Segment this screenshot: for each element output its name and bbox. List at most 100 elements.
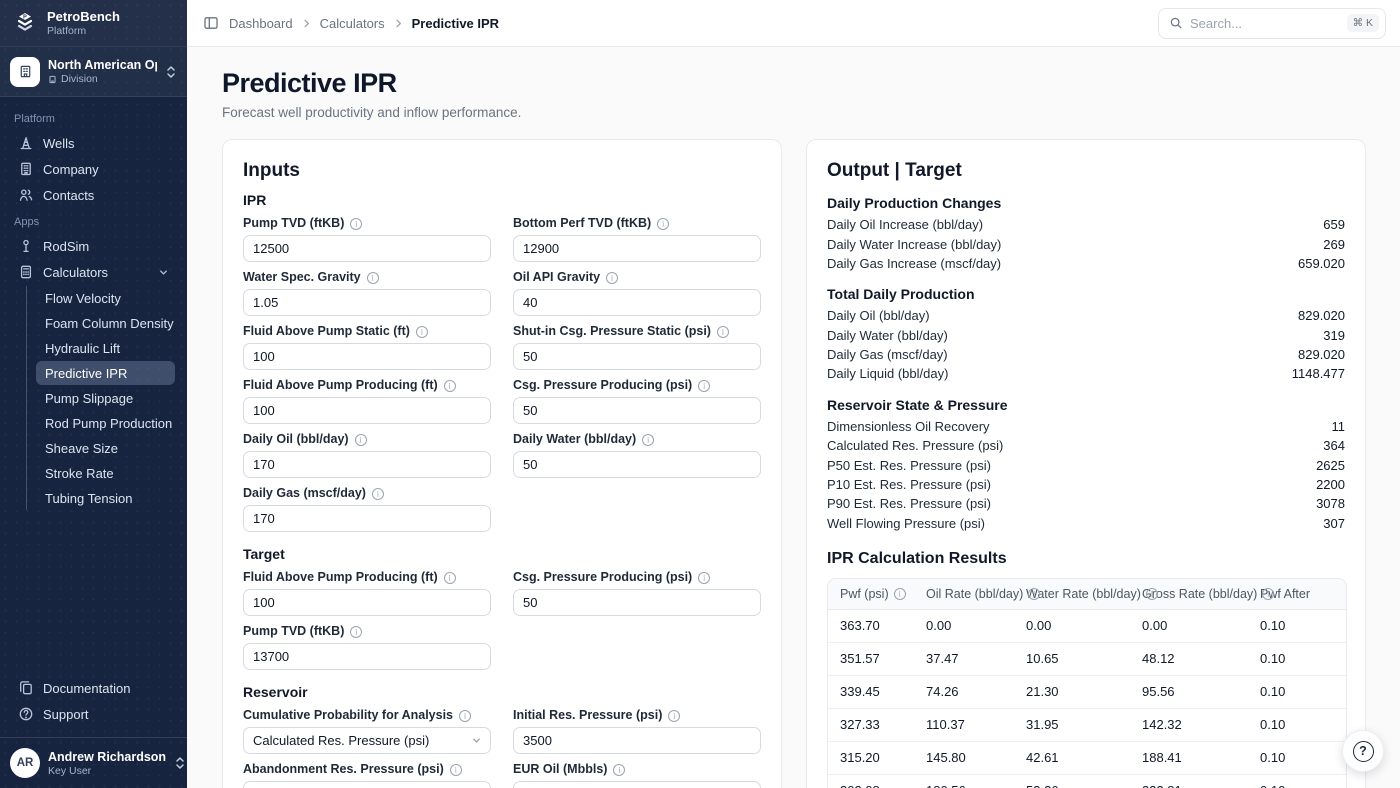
breadcrumb-calculators[interactable]: Calculators — [320, 16, 385, 31]
info-icon[interactable] — [350, 218, 362, 230]
info-icon[interactable] — [1146, 588, 1158, 600]
chevron-down-icon — [471, 735, 482, 746]
output-value: 829.020 — [1298, 347, 1345, 362]
info-icon[interactable] — [450, 764, 462, 776]
cumulative-probability-select[interactable]: Calculated Res. Pressure (psi) — [243, 727, 491, 754]
sidebar-item-wells[interactable]: Wells — [12, 130, 175, 156]
output-row: Daily Water (bbl/day)319 — [827, 326, 1345, 345]
group-title-target: Target — [243, 546, 761, 562]
brand-tagline: Platform — [47, 25, 120, 37]
sidebar-item-foam-column-density[interactable]: Foam Column Density — [36, 311, 175, 335]
water-spec-gravity-input[interactable] — [243, 289, 491, 316]
field-daily-oil: Daily Oil (bbl/day) — [243, 432, 491, 478]
sidebar-item-predictive-ipr[interactable]: Predictive IPR — [36, 361, 175, 385]
field-cumulative-probability: Cumulative Probability for Analysis Calc… — [243, 708, 491, 754]
sidebar-nav: Platform Wells Company — [0, 97, 187, 671]
info-icon[interactable] — [894, 588, 906, 600]
sidebar-item-documentation[interactable]: Documentation — [12, 675, 175, 701]
avatar: AR — [10, 748, 40, 778]
sidebar-item-rod-pump-production[interactable]: Rod Pump Production — [36, 411, 175, 435]
daily-gas-input[interactable] — [243, 505, 491, 532]
info-icon[interactable] — [367, 272, 379, 284]
daily-water-input[interactable] — [513, 451, 761, 478]
sidebar-item-flow-velocity[interactable]: Flow Velocity — [36, 286, 175, 310]
target-field-grid: Fluid Above Pump Producing (ft) Csg. Pre… — [243, 570, 761, 670]
info-icon[interactable] — [444, 380, 456, 392]
sidebar-item-tubing-tension[interactable]: Tubing Tension — [36, 486, 175, 510]
output-value: 1148.477 — [1292, 366, 1345, 381]
sidebar-toggle-icon[interactable] — [203, 15, 219, 31]
breadcrumb-dashboard[interactable]: Dashboard — [229, 16, 293, 31]
field-initial-res-pressure: Initial Res. Pressure (psi) — [513, 708, 761, 754]
info-icon[interactable] — [668, 710, 680, 722]
group-title-ipr: IPR — [243, 192, 761, 208]
output-value: 2200 — [1316, 477, 1345, 492]
division-selector[interactable]: North American Opera Division — [0, 47, 187, 97]
calculators-submenu: Flow Velocity Foam Column Density Hydrau… — [26, 286, 175, 510]
table-row: 351.5737.4710.6548.120.10 — [828, 642, 1347, 675]
sidebar-item-company[interactable]: Company — [12, 156, 175, 182]
sidebar-item-sheave-size[interactable]: Sheave Size — [36, 436, 175, 460]
info-icon[interactable] — [355, 434, 367, 446]
sidebar-item-support[interactable]: Support — [12, 701, 175, 727]
sidebar-item-label: Support — [43, 707, 89, 722]
sidebar-item-calculators[interactable]: Calculators — [12, 259, 175, 285]
csg-pressure-producing-input[interactable] — [513, 397, 761, 424]
info-icon[interactable] — [717, 326, 729, 338]
table-header-row: Pwf (psi) Oil Rate (bbl/day) Water Rate … — [828, 579, 1347, 610]
target-pump-tvd-input[interactable] — [243, 643, 491, 670]
field-fluid-above-pump-static: Fluid Above Pump Static (ft) — [243, 324, 491, 370]
fluid-above-pump-static-input[interactable] — [243, 343, 491, 370]
user-menu[interactable]: AR Andrew Richardson Key User — [0, 737, 187, 788]
contacts-icon — [18, 187, 34, 203]
column-header: Water Rate (bbl/day) — [1026, 587, 1141, 601]
breadcrumb-chevron-icon — [301, 18, 312, 29]
sidebar-item-hydraulic-lift[interactable]: Hydraulic Lift — [36, 336, 175, 360]
fluid-above-pump-producing-input[interactable] — [243, 397, 491, 424]
info-icon[interactable] — [642, 434, 654, 446]
search-input[interactable] — [1190, 16, 1340, 31]
info-icon[interactable] — [698, 572, 710, 584]
initial-res-pressure-input[interactable] — [513, 727, 761, 754]
sidebar-item-rodsim[interactable]: RodSim — [12, 233, 175, 259]
info-icon[interactable] — [372, 488, 384, 500]
output-value: 659.020 — [1298, 256, 1345, 271]
search-box[interactable]: ⌘ K — [1158, 8, 1386, 39]
field-label: Daily Water (bbl/day) — [513, 432, 636, 447]
output-label: Calculated Res. Pressure (psi) — [827, 438, 1003, 453]
output-label: Daily Gas (mscf/day) — [827, 347, 948, 362]
division-name: North American Opera — [48, 58, 157, 72]
oil-api-gravity-input[interactable] — [513, 289, 761, 316]
building-icon — [10, 57, 40, 87]
daily-oil-input[interactable] — [243, 451, 491, 478]
target-csg-pressure-producing-input[interactable] — [513, 589, 761, 616]
abandonment-res-pressure-input[interactable] — [243, 781, 491, 788]
section-title-reservoir-state: Reservoir State & Pressure — [827, 397, 1345, 413]
nav-section-platform: Platform — [14, 113, 173, 125]
info-icon[interactable] — [416, 326, 428, 338]
info-icon[interactable] — [698, 380, 710, 392]
pump-tvd-input[interactable] — [243, 235, 491, 262]
shut-in-csg-pressure-static-input[interactable] — [513, 343, 761, 370]
sidebar-item-stroke-rate[interactable]: Stroke Rate — [36, 461, 175, 485]
output-row: P90 Est. Res. Pressure (psi)3078 — [827, 494, 1345, 513]
help-button[interactable]: ? — [1342, 730, 1384, 772]
section-title-daily-production-changes: Daily Production Changes — [827, 195, 1345, 211]
info-icon[interactable] — [350, 626, 362, 638]
info-icon[interactable] — [613, 764, 625, 776]
target-fluid-above-pump-producing-input[interactable] — [243, 589, 491, 616]
petrobench-logo: P — [12, 10, 38, 36]
main-content: Predictive IPR Forecast well productivit… — [187, 47, 1400, 788]
info-icon[interactable] — [606, 272, 618, 284]
info-icon[interactable] — [444, 572, 456, 584]
info-icon[interactable] — [459, 710, 471, 722]
eur-oil-input[interactable] — [513, 781, 761, 788]
calculators-icon — [18, 264, 34, 280]
info-icon[interactable] — [657, 218, 669, 230]
results-table: Pwf (psi) Oil Rate (bbl/day) Water Rate … — [828, 579, 1347, 788]
output-row: Well Flowing Pressure (psi)307 — [827, 514, 1345, 533]
inputs-card: Inputs IPR Pump TVD (ftKB) Bottom Perf T… — [222, 139, 782, 788]
sidebar-item-pump-slippage[interactable]: Pump Slippage — [36, 386, 175, 410]
bottom-perf-tvd-input[interactable] — [513, 235, 761, 262]
sidebar-item-contacts[interactable]: Contacts — [12, 182, 175, 208]
